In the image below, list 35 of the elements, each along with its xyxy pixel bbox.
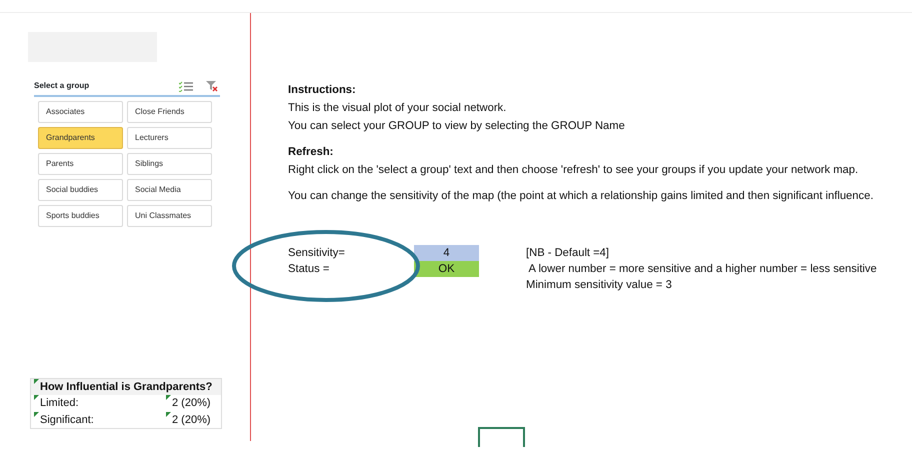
- comment-marker-icon: [34, 412, 39, 416]
- setting-value[interactable]: 4: [414, 245, 479, 261]
- note-text: A lower number = more sensitive and a higher number = less sensitive: [527, 262, 878, 277]
- summary-value: 2 (20%): [172, 412, 211, 428]
- note-text: Minimum sensitivity value = 3: [526, 278, 673, 293]
- comment-marker-icon: [34, 378, 39, 384]
- instruction-text: This is the visual plot of your social network.: [288, 101, 508, 116]
- group-button[interactable]: Associates: [38, 101, 123, 123]
- group-button[interactable]: Grandparents: [38, 127, 123, 149]
- group-button[interactable]: Close Friends: [127, 101, 212, 123]
- setting-value[interactable]: OK: [414, 261, 479, 277]
- multi-select-icon[interactable]: [179, 80, 193, 92]
- group-button[interactable]: Lecturers: [127, 127, 212, 149]
- note-text: [NB - Default =4]: [526, 246, 610, 261]
- instruction-text: You can change the sensitivity of the map (the point at which a relationship gains limited and then significant influence.: [288, 189, 874, 204]
- clear-filter-icon[interactable]: [206, 80, 218, 92]
- group-button[interactable]: Sports buddies: [38, 205, 123, 227]
- comment-marker-icon: [166, 412, 171, 416]
- summary-label: Limited:: [40, 396, 80, 411]
- section-heading: Instructions:: [288, 83, 357, 98]
- section-heading: Refresh:: [288, 145, 334, 160]
- group-button[interactable]: Social buddies: [38, 179, 123, 201]
- summary-label: Significant:: [40, 412, 95, 428]
- instruction-text: Right click on the 'select a group' text and then choose 'refresh' to see your groups if you update your network map.: [288, 163, 860, 178]
- cell-cursor: [478, 427, 525, 447]
- group-button[interactable]: Parents: [38, 153, 123, 175]
- instruction-text: You can select your GROUP to view by selecting the GROUP Name: [288, 119, 626, 134]
- setting-label: Sensitivity=: [288, 246, 346, 261]
- slicer-title[interactable]: Select a group: [34, 80, 179, 92]
- setting-label: Status =: [288, 262, 330, 277]
- group-button[interactable]: Social Media: [127, 179, 212, 201]
- group-button[interactable]: Uni Classmates: [127, 205, 212, 227]
- group-button[interactable]: Siblings: [127, 153, 212, 175]
- summary-title: How Influential is Grandparents?: [40, 380, 212, 394]
- summary-value: 2 (20%): [172, 396, 211, 411]
